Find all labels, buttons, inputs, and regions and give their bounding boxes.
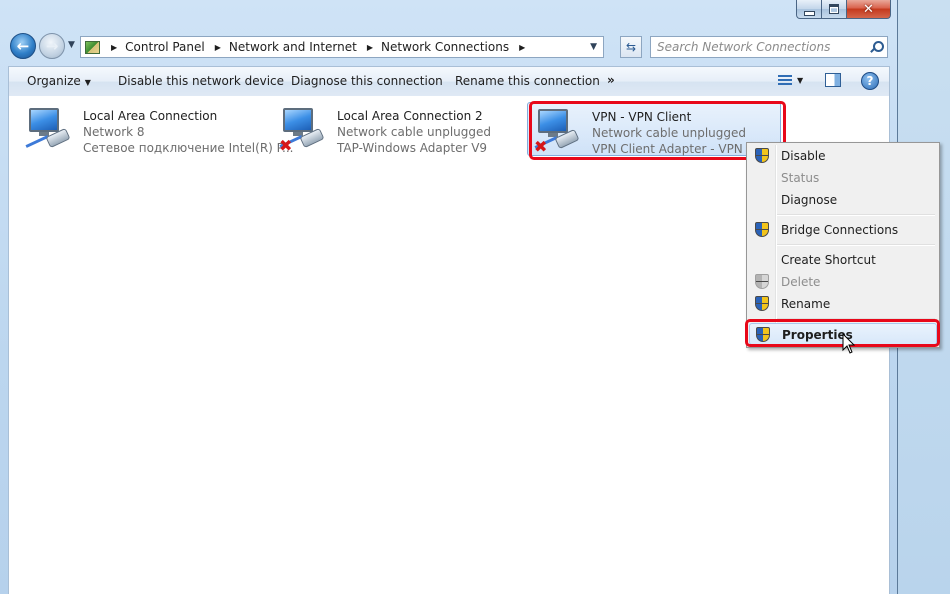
forward-arrow-icon: → bbox=[45, 37, 59, 55]
back-arrow-icon: ← bbox=[16, 37, 30, 55]
uac-shield-icon bbox=[755, 148, 769, 164]
connection-item-local-area-2[interactable]: ✖ Local Area Connection 2 Network cable … bbox=[273, 102, 519, 156]
refresh-icon: ⇆ bbox=[625, 40, 637, 54]
mouse-cursor-icon bbox=[842, 333, 856, 354]
chevron-right-icon[interactable]: ▶ bbox=[215, 43, 221, 52]
breadcrumb-control-panel[interactable]: Control Panel bbox=[125, 40, 205, 54]
menu-item-create-shortcut[interactable]: Create Shortcut bbox=[749, 249, 937, 271]
network-adapter-icon: ✖ bbox=[279, 106, 327, 154]
menu-item-disable[interactable]: Disable bbox=[749, 145, 937, 167]
connection-item-local-area[interactable]: Local Area Connection Network 8 Сетевое … bbox=[19, 102, 293, 156]
menu-item-delete[interactable]: Delete bbox=[749, 271, 937, 293]
navigation-bar: ← → ▼ ▶ Control Panel ▶ Network and Inte… bbox=[8, 32, 888, 60]
uac-shield-icon bbox=[755, 296, 769, 312]
breadcrumb-network-connections[interactable]: Network Connections bbox=[381, 40, 509, 54]
menu-label: Rename bbox=[781, 297, 831, 311]
back-button[interactable]: ← bbox=[10, 33, 36, 59]
chevron-down-icon: ▼ bbox=[84, 78, 91, 87]
uac-shield-icon bbox=[755, 222, 769, 238]
help-icon[interactable]: ? bbox=[861, 72, 879, 90]
menu-separator bbox=[777, 214, 935, 216]
control-panel-icon bbox=[85, 40, 101, 54]
context-menu: Disable Status Diagnose Bridge Connectio… bbox=[746, 142, 940, 348]
more-commands-button[interactable]: » bbox=[607, 73, 615, 87]
connection-name: Local Area Connection 2 bbox=[337, 109, 483, 123]
search-placeholder[interactable]: Search Network Connections bbox=[657, 40, 869, 54]
menu-item-rename[interactable]: Rename bbox=[749, 293, 937, 315]
command-bar: Organize ▼ Disable this network device Di… bbox=[8, 66, 890, 96]
forward-button[interactable]: → bbox=[39, 33, 65, 59]
disconnected-x-icon: ✖ bbox=[279, 136, 293, 155]
menu-item-status[interactable]: Status bbox=[749, 167, 937, 189]
network-adapter-icon bbox=[25, 106, 73, 154]
maximize-icon bbox=[829, 4, 839, 14]
menu-label: Disable bbox=[781, 149, 826, 163]
menu-item-bridge-connections[interactable]: Bridge Connections bbox=[749, 219, 937, 241]
breadcrumb-network-and-internet[interactable]: Network and Internet bbox=[229, 40, 357, 54]
close-button[interactable]: ✕ bbox=[847, 0, 891, 19]
disable-device-button[interactable]: Disable this network device bbox=[118, 74, 284, 88]
caption-buttons: ✕ bbox=[796, 0, 891, 19]
rename-connection-button[interactable]: Rename this connection bbox=[455, 74, 600, 88]
menu-separator bbox=[777, 244, 935, 246]
search-box[interactable]: Search Network Connections bbox=[650, 36, 888, 58]
maximize-button[interactable] bbox=[822, 0, 847, 19]
change-view-icon[interactable] bbox=[775, 73, 797, 89]
menu-label: Delete bbox=[781, 275, 821, 289]
address-bar[interactable]: ▶ Control Panel ▶ Network and Internet ▶… bbox=[80, 36, 604, 58]
close-icon: ✕ bbox=[863, 1, 874, 17]
menu-label: Bridge Connections bbox=[781, 223, 899, 237]
address-dropdown-icon[interactable]: ▼ bbox=[590, 42, 597, 52]
menu-label: Diagnose bbox=[781, 193, 838, 207]
menu-label: Create Shortcut bbox=[781, 253, 876, 267]
connection-status: Network cable unplugged bbox=[337, 125, 492, 139]
organize-button[interactable]: Organize ▼ bbox=[27, 74, 91, 88]
search-icon[interactable] bbox=[869, 40, 884, 54]
minimize-icon bbox=[803, 10, 815, 16]
chevron-right-icon[interactable]: ▶ bbox=[519, 43, 525, 52]
refresh-button[interactable]: ⇆ bbox=[620, 36, 642, 58]
minimize-button[interactable] bbox=[796, 0, 822, 19]
menu-label: Status bbox=[781, 171, 820, 185]
view-dropdown-icon[interactable]: ▼ bbox=[797, 76, 803, 85]
connection-status: Network 8 bbox=[83, 125, 145, 139]
menu-item-diagnose[interactable]: Diagnose bbox=[749, 189, 937, 211]
diagnose-connection-button[interactable]: Diagnose this connection bbox=[291, 74, 443, 88]
chevron-right-icon[interactable]: ▶ bbox=[111, 43, 117, 52]
preview-pane-icon[interactable] bbox=[825, 73, 841, 87]
uac-shield-icon bbox=[755, 274, 769, 290]
connection-adapter: Сетевое подключение Intel(R) P... bbox=[83, 141, 294, 155]
chevron-right-icon[interactable]: ▶ bbox=[367, 43, 373, 52]
recent-pages-dropdown[interactable]: ▼ bbox=[68, 40, 75, 50]
organize-label: Organize bbox=[27, 74, 81, 88]
connection-name: Local Area Connection bbox=[83, 109, 218, 123]
connection-adapter: TAP-Windows Adapter V9 bbox=[337, 141, 488, 155]
